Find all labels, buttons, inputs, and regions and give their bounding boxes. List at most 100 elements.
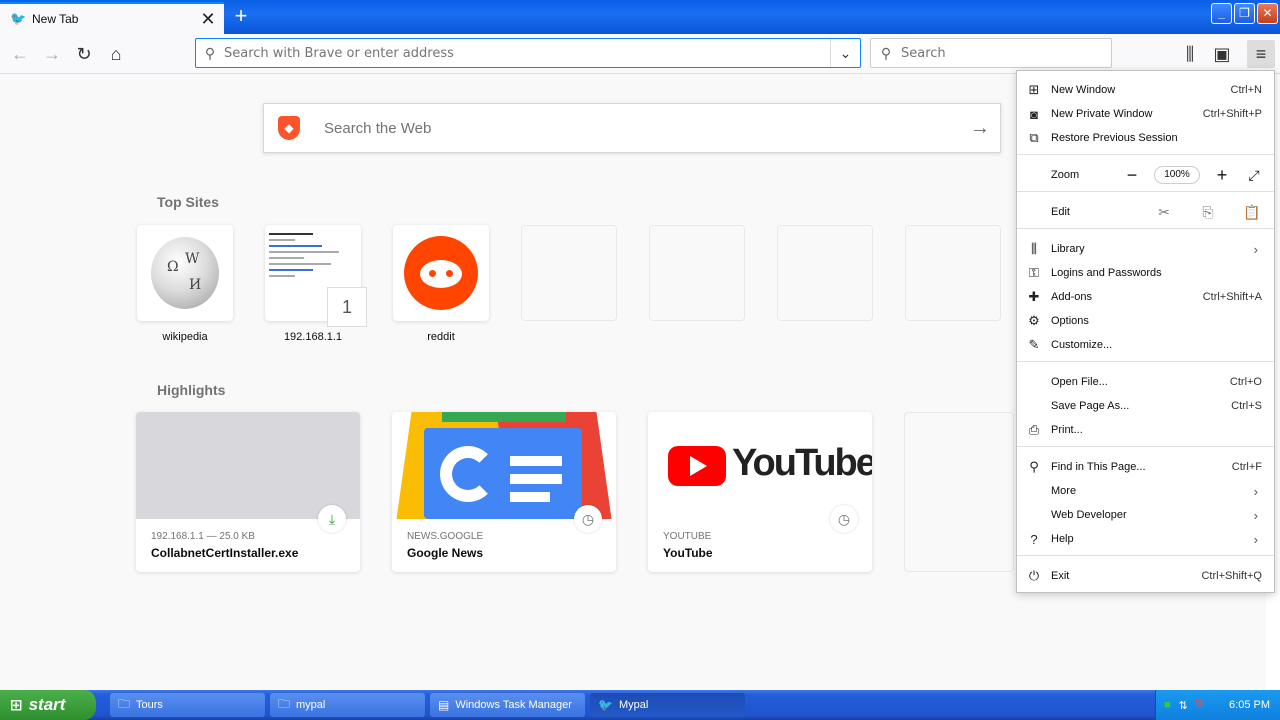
url-bar[interactable]: ⚲ ⌄ [195,38,861,68]
taskbar-item-task-manager[interactable]: ▤ Windows Task Manager [430,693,585,717]
sidebar-icon[interactable]: ▣ [1208,40,1236,68]
menu-help[interactable]: ? Help › [1017,527,1274,551]
reload-button[interactable]: ↻ [70,40,98,68]
menu-logins-passwords[interactable]: ⚿ Logins and Passwords [1017,261,1274,285]
menu-customize[interactable]: ✎ Customize... [1017,333,1274,357]
menu-shortcut: Ctrl+O [1229,376,1262,388]
zoom-in-button[interactable]: + [1206,165,1238,186]
clock-icon: ◷ [830,505,858,533]
taskbar-item-tours[interactable]: 🗀 Tours [110,693,265,717]
menu-label: Web Developer [1051,509,1127,521]
close-tab-icon[interactable]: ✕ [196,7,220,31]
menu-label: More [1051,485,1077,497]
tray-network-icon[interactable]: ⇅ [1179,699,1188,712]
top-site-empty[interactable] [777,225,873,321]
menu-library[interactable]: ⫼ Library › [1017,237,1274,261]
menu-label: Print... [1051,424,1083,436]
youtube-wordmark: YouTube [732,442,872,484]
zoom-out-button[interactable]: − [1116,165,1148,186]
back-button[interactable]: ← [6,40,34,68]
folder-icon: 🗀 [118,696,131,711]
menu-label: Add-ons [1051,291,1092,303]
reddit-logo-icon [404,236,478,310]
new-tab-button[interactable]: + [228,4,254,30]
menu-shortcut: Ctrl+Shift+Q [1201,570,1262,582]
zoom-reset-button[interactable]: 100% [1154,166,1200,184]
menu-shortcut: Ctrl+Shift+P [1202,108,1262,120]
search-input[interactable] [901,45,1111,61]
help-icon: ? [1030,531,1038,547]
task-manager-icon: ▤ [438,698,450,712]
menu-separator [1017,555,1274,556]
menu-new-private-window[interactable]: ◙ New Private Window Ctrl+Shift+P [1017,102,1274,126]
highlight-source: 192.168.1.1 — 25.0 KB [151,531,255,542]
search-icon: ⚲ [1029,459,1039,474]
highlight-title: CollabnetCertInstaller.exe [151,546,299,560]
restore-session-icon: ⧉ [1029,130,1039,145]
forward-button[interactable]: → [38,40,66,68]
puzzle-icon: ✚ [1028,289,1040,304]
menu-exit[interactable]: ⏻ Exit Ctrl+Shift+Q [1017,564,1274,588]
highlights-title: Highlights [157,382,226,398]
url-input[interactable] [224,45,830,61]
menu-separator [1017,191,1274,192]
fullscreen-icon[interactable]: ⤢ [1238,167,1270,184]
highlight-card-google-news[interactable]: ◷ NEWS.GOOGLE Google News [392,412,616,572]
menu-shortcut: Ctrl+Shift+A [1202,291,1262,303]
menu-open-file[interactable]: Open File... Ctrl+O [1017,370,1274,394]
menu-more[interactable]: More › [1017,479,1274,503]
highlight-card-download[interactable]: ⤓ 192.168.1.1 — 25.0 KB CollabnetCertIns… [136,412,360,572]
chevron-down-icon[interactable]: ⌄ [830,39,860,67]
menu-separator [1017,154,1274,155]
top-site-label: reddit [427,331,455,343]
menu-restore-session[interactable]: ⧉ Restore Previous Session [1017,126,1274,150]
highlight-card-youtube[interactable]: YouTube ◷ YOUTUBE YouTube [648,412,872,572]
printer-icon: ⎙ [1028,422,1040,437]
top-site-empty[interactable] [905,225,1001,321]
cut-icon[interactable]: ✂ [1142,204,1186,221]
copy-icon[interactable]: ⎘ [1186,204,1230,221]
tab-strip: 🐦 New Tab ✕ + _ ❐ ✕ [0,0,1280,34]
brave-lion-icon: ◆ [278,116,300,140]
highlight-title: YouTube [663,546,713,560]
minimize-window-button[interactable]: _ [1211,3,1232,24]
close-window-button[interactable]: ✕ [1257,3,1278,24]
clock-icon: ◷ [574,505,602,533]
top-site-wikipedia[interactable]: ΩWИ wikipedia [137,225,233,343]
task-label: Mypal [618,699,649,711]
taskbar-item-mypal-folder[interactable]: 🗀 mypal [270,693,425,717]
highlight-thumbnail [136,412,360,519]
menu-web-developer[interactable]: Web Developer › [1017,503,1274,527]
menu-shortcut: Ctrl+N [1230,84,1262,96]
search-bar[interactable]: ⚲ [870,38,1112,68]
paste-icon[interactable]: 📋 [1230,204,1274,221]
power-icon: ⏻ [1028,568,1040,583]
top-site-reddit[interactable]: reddit [393,225,489,343]
top-site-empty[interactable] [649,225,745,321]
tab-new-tab[interactable]: 🐦 New Tab ✕ [0,2,224,34]
taskbar-item-mypal-browser[interactable]: 🐦 Mypal [590,693,745,717]
menu-add-ons[interactable]: ✚ Add-ons Ctrl+Shift+A [1017,285,1274,309]
task-label: mypal [296,699,326,711]
start-button[interactable]: ⊞ start [0,690,96,720]
tray-status-icon[interactable]: ■ [1164,699,1171,711]
menu-label: New Private Window [1051,108,1153,120]
top-sites-title: Top Sites [157,194,219,210]
home-button[interactable]: ⌂ [102,40,130,68]
highlight-title: Google News [407,546,484,560]
top-site-label: wikipedia [162,331,208,343]
menu-save-page-as[interactable]: Save Page As... Ctrl+S [1017,394,1274,418]
menu-print[interactable]: ⎙ Print... [1017,418,1274,442]
hamburger-menu-icon[interactable]: ≡ [1247,40,1275,68]
web-search-box[interactable]: ◆ Search the Web → [263,103,1001,153]
arrow-right-icon[interactable]: → [960,117,1000,140]
top-site-empty[interactable] [521,225,617,321]
menu-new-window[interactable]: ⊞ New Window Ctrl+N [1017,78,1274,102]
shield-icon[interactable]: ⛨ [1196,699,1204,712]
menu-options[interactable]: ⚙ Options [1017,309,1274,333]
chevron-right-icon: › [1253,507,1258,523]
top-site-192-168-1-1[interactable]: 1 192.168.1.1 [265,225,367,343]
restore-window-button[interactable]: ❐ [1234,3,1255,24]
menu-find-in-page[interactable]: ⚲ Find in This Page... Ctrl+F [1017,455,1274,479]
library-icon[interactable]: ⫼ [1176,40,1204,68]
